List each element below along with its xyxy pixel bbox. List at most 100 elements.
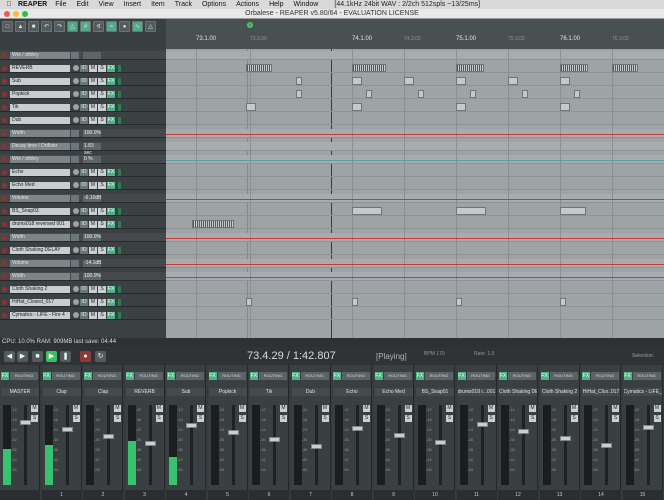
routing-button[interactable]: ROUTING xyxy=(259,372,287,380)
menu-edit[interactable]: Edit xyxy=(76,1,88,8)
io-button[interactable]: IO xyxy=(80,90,88,98)
mute-button[interactable]: M xyxy=(31,405,38,412)
fader-track[interactable] xyxy=(356,405,359,485)
track-name[interactable]: Cloth Shaking DELAY xyxy=(10,246,70,254)
mute-button[interactable]: M xyxy=(89,168,97,176)
arrange-lane[interactable] xyxy=(166,103,664,112)
mixer-fx-button[interactable]: FX xyxy=(582,372,590,380)
menu-options[interactable]: Options xyxy=(202,1,226,8)
routing-button[interactable]: ROUTING xyxy=(300,372,329,380)
fader-cap[interactable] xyxy=(476,422,488,427)
track-row[interactable]: Sub IO M S FX xyxy=(0,77,166,86)
io-button[interactable]: IO xyxy=(80,285,88,293)
fx-button[interactable]: FX xyxy=(107,77,115,85)
arrange-lane[interactable] xyxy=(166,298,664,307)
fx-button[interactable]: FX xyxy=(107,116,115,124)
track-row[interactable]: Cloth Shaking DELAY IO M S FX xyxy=(0,246,166,255)
metronome-icon[interactable]: △ xyxy=(67,21,78,32)
go-start-icon[interactable]: ◀ xyxy=(4,351,15,362)
track-name[interactable]: drums018 reversed 001 xyxy=(10,220,70,228)
routing-button[interactable]: ROUTING xyxy=(93,372,121,380)
strip-name[interactable]: Tik xyxy=(250,388,288,396)
envelope-lane-row[interactable]: Width 100.0% xyxy=(0,233,166,242)
volume-knob-icon[interactable] xyxy=(73,221,79,227)
routing-button[interactable]: ROUTING xyxy=(466,372,495,380)
mute-button[interactable]: M xyxy=(89,311,97,319)
envelope-arm-button[interactable] xyxy=(71,272,79,280)
fx-button[interactable]: FX xyxy=(107,220,115,228)
media-item[interactable] xyxy=(560,298,566,306)
mixer-fx-button[interactable]: FX xyxy=(1,372,9,380)
track-name[interactable]: Echo Med xyxy=(10,181,70,189)
mute-button[interactable]: M xyxy=(280,405,287,412)
record-arm-icon[interactable] xyxy=(2,104,7,110)
fader-cap[interactable] xyxy=(61,427,73,432)
menu-file[interactable]: File xyxy=(55,1,66,8)
fx-button[interactable]: FX xyxy=(107,168,115,176)
volume-knob-icon[interactable] xyxy=(73,65,79,71)
track-name[interactable]: Sub xyxy=(10,77,70,85)
media-item[interactable] xyxy=(352,207,382,215)
media-item[interactable] xyxy=(470,90,476,98)
media-item[interactable] xyxy=(418,90,424,98)
arrange-lane[interactable] xyxy=(166,116,664,125)
strip-name[interactable]: Echo Med xyxy=(374,388,413,396)
routing-button[interactable]: ROUTING xyxy=(383,372,412,380)
record-arm-icon[interactable] xyxy=(2,273,7,279)
mute-button[interactable]: M xyxy=(89,207,97,215)
solo-button[interactable]: S xyxy=(529,415,536,422)
io-button[interactable]: IO xyxy=(80,77,88,85)
new-icon[interactable]: □ xyxy=(2,21,13,32)
mute-button[interactable]: M xyxy=(487,405,495,412)
arrange-lane[interactable] xyxy=(166,246,664,255)
solo-button[interactable]: S xyxy=(98,207,106,215)
routing-button[interactable]: ROUTING xyxy=(342,372,370,380)
envelope-arm-button[interactable] xyxy=(71,259,79,267)
envelope-lane-row[interactable]: Volume -14.1dB xyxy=(0,259,166,268)
solo-button[interactable]: S xyxy=(280,415,287,422)
record-arm-icon[interactable] xyxy=(2,143,7,149)
solo-button[interactable]: S xyxy=(321,415,329,422)
io-button[interactable]: IO xyxy=(80,116,88,124)
track-name[interactable]: Popkick xyxy=(10,90,70,98)
fx-button[interactable]: FX xyxy=(107,103,115,111)
strip-name[interactable]: Echo xyxy=(333,388,371,396)
arrange-lane[interactable] xyxy=(166,64,664,73)
track-name[interactable]: Volume xyxy=(10,259,70,267)
mute-button[interactable]: M xyxy=(89,246,97,254)
solo-button[interactable]: S xyxy=(98,246,106,254)
redo-icon[interactable]: ↷ xyxy=(54,21,65,32)
media-item[interactable] xyxy=(456,103,466,111)
fader-track[interactable] xyxy=(563,405,567,485)
fader-cap[interactable] xyxy=(352,426,363,431)
fx-button[interactable]: FX xyxy=(107,207,115,215)
fx-button[interactable]: FX xyxy=(107,311,115,319)
strip-name[interactable]: HiHat_Clos..017 xyxy=(582,388,620,396)
fader-track[interactable] xyxy=(646,405,650,485)
mixer-fx-button[interactable]: FX xyxy=(457,372,466,380)
mixer-fx-button[interactable]: FX xyxy=(125,372,134,380)
menu-actions[interactable]: Actions xyxy=(236,1,259,8)
mute-button[interactable]: M xyxy=(404,405,412,412)
envelope-lane-row[interactable]: Width 100.0% xyxy=(0,129,166,138)
media-item[interactable] xyxy=(296,77,302,85)
record-arm-icon[interactable] xyxy=(2,299,7,305)
envelope-lane-row[interactable]: Wet / drbley 0 % xyxy=(0,155,166,164)
strip-name[interactable]: drums018 r...001 xyxy=(457,388,496,396)
arrange-lane[interactable] xyxy=(166,51,664,60)
mute-button[interactable]: M xyxy=(238,405,246,412)
fader-cap[interactable] xyxy=(559,436,571,441)
record-arm-icon[interactable] xyxy=(2,234,7,240)
play-icon[interactable]: ▶ xyxy=(46,351,57,362)
mute-button[interactable]: M xyxy=(89,285,97,293)
solo-button[interactable]: S xyxy=(98,181,106,189)
mixer-fx-button[interactable]: FX xyxy=(540,372,549,380)
lock-icon[interactable]: ● xyxy=(119,21,130,32)
fader-cap[interactable] xyxy=(601,443,612,448)
routing-button[interactable]: ROUTING xyxy=(10,372,38,380)
record-arm-icon[interactable] xyxy=(2,52,7,58)
record-arm-icon[interactable] xyxy=(2,312,7,318)
io-button[interactable]: IO xyxy=(80,246,88,254)
close-icon[interactable] xyxy=(4,11,10,17)
record-arm-icon[interactable] xyxy=(2,78,7,84)
